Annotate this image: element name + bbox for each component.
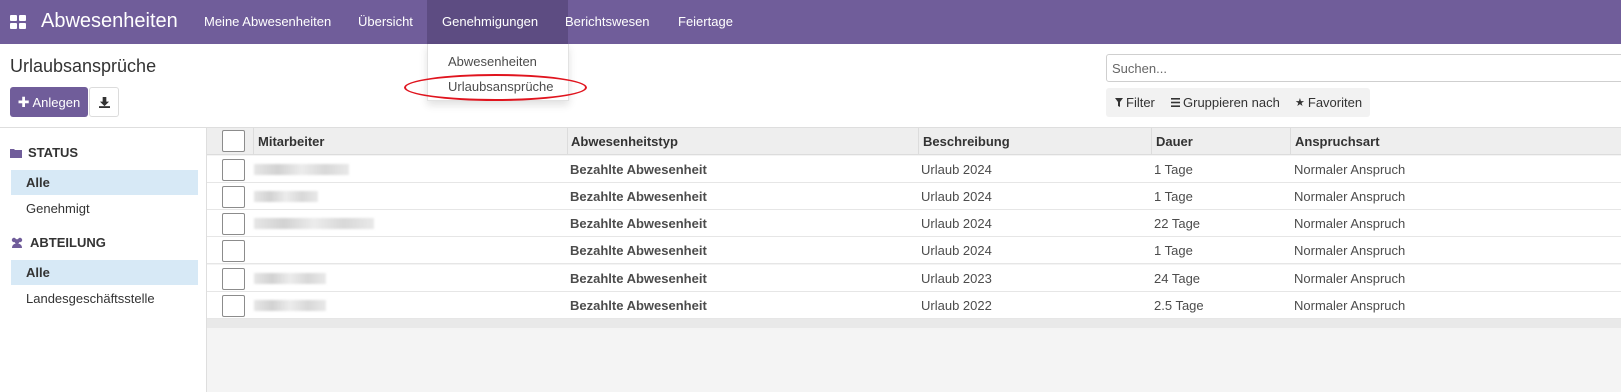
table-row[interactable]: Bezahlte Abwesenheit Urlaub 2024 22 Tage… [207,210,1621,237]
column-header-leave-type[interactable]: Abwesenheitstyp [571,134,678,149]
filter-button[interactable]: Filter [1115,95,1155,110]
list-view: Mitarbeiter Abwesenheitstyp Beschreibung… [207,128,1621,392]
users-icon [11,237,23,248]
employee-name-redacted [254,300,326,311]
employee-name-redacted [254,273,326,284]
row-checkbox[interactable] [222,159,245,181]
cell-duration: 1 Tage [1154,162,1193,177]
column-header-description[interactable]: Beschreibung [923,134,1010,149]
row-checkbox[interactable] [222,240,245,262]
cell-leave-type: Bezahlte Abwesenheit [570,271,707,286]
table-row[interactable]: Bezahlte Abwesenheit Urlaub 2024 1 Tage … [207,156,1621,183]
create-button[interactable]: ✚ Anlegen [10,87,88,117]
list-icon [1171,98,1180,107]
department-item-all[interactable]: Alle [11,260,198,285]
download-icon [98,96,110,108]
status-heading-label: STATUS [28,145,79,160]
nav-item-uebersicht[interactable]: Übersicht [358,14,413,29]
table-row[interactable]: Bezahlte Abwesenheit Urlaub 2023 24 Tage… [207,265,1621,292]
department-item-landesgeschaeftsstelle[interactable]: Landesgeschäftsstelle [11,286,198,311]
department-heading-label: ABTEILUNG [30,235,106,250]
app-title[interactable]: Abwesenheiten [41,10,178,33]
cell-description: Urlaub 2024 [921,189,992,204]
nav-item-meine-abwesenheiten[interactable]: Meine Abwesenheiten [204,14,331,29]
star-icon: ★ [1295,97,1305,109]
cell-allocation-type: Normaler Anspruch [1294,271,1406,286]
cell-duration: 1 Tage [1154,243,1193,258]
cell-leave-type: Bezahlte Abwesenheit [570,298,707,313]
search-input[interactable] [1106,54,1621,82]
cell-allocation-type: Normaler Anspruch [1294,189,1406,204]
top-navbar: Abwesenheiten Meine Abwesenheiten Übersi… [0,0,1621,44]
filter-icon [1115,98,1123,107]
column-separator [253,128,254,155]
nav-item-berichtswesen[interactable]: Berichtswesen [565,14,650,29]
column-header-allocation-type[interactable]: Anspruchsart [1295,134,1380,149]
select-all-checkbox[interactable] [222,130,245,152]
column-header-employee[interactable]: Mitarbeiter [258,134,324,149]
apps-grid-icon[interactable] [10,15,26,29]
employee-name-redacted [254,218,374,229]
cell-description: Urlaub 2024 [921,243,992,258]
status-heading: STATUS [10,145,78,160]
table-row[interactable]: Bezahlte Abwesenheit Urlaub 2022 2.5 Tag… [207,292,1621,319]
column-separator [1290,128,1291,155]
cell-description: Urlaub 2023 [921,271,992,286]
row-checkbox[interactable] [222,268,245,290]
create-button-label: Anlegen [32,94,81,110]
cell-duration: 1 Tage [1154,189,1193,204]
column-separator [918,128,919,155]
nav-item-feiertage[interactable]: Feiertage [678,14,733,29]
cell-leave-type: Bezahlte Abwesenheit [570,189,707,204]
group-by-button[interactable]: Gruppieren nach [1171,95,1280,110]
cell-leave-type: Bezahlte Abwesenheit [570,243,707,258]
cell-allocation-type: Normaler Anspruch [1294,216,1406,231]
employee-name-redacted [254,191,318,202]
cell-allocation-type: Normaler Anspruch [1294,243,1406,258]
cell-allocation-type: Normaler Anspruch [1294,162,1406,177]
cell-description: Urlaub 2022 [921,298,992,313]
dropdown-item-abwesenheiten[interactable]: Abwesenheiten [448,54,537,69]
department-heading: ABTEILUNG [10,235,106,250]
favorites-label: Favoriten [1307,95,1363,110]
column-header-duration[interactable]: Dauer [1156,134,1193,149]
cell-description: Urlaub 2024 [921,216,992,231]
row-checkbox[interactable] [222,295,245,317]
favorites-button[interactable]: ★ Favoriten [1295,95,1362,110]
cell-leave-type: Bezahlte Abwesenheit [570,216,707,231]
table-row[interactable]: Bezahlte Abwesenheit Urlaub 2024 1 Tage … [207,237,1621,264]
status-item-all[interactable]: Alle [11,170,198,195]
cell-duration: 2.5 Tage [1154,298,1204,313]
filter-label: Filter [1126,95,1155,110]
search-panel-sidebar: STATUS Alle Genehmigt ABTEILUNG Alle Lan… [0,128,207,392]
column-separator [567,128,568,155]
table-header: Mitarbeiter Abwesenheitstyp Beschreibung… [207,128,1621,155]
column-separator [1151,128,1152,155]
nav-item-genehmigungen[interactable]: Genehmigungen [442,14,538,29]
cell-duration: 24 Tage [1154,271,1201,286]
group-by-label: Gruppieren nach [1183,95,1280,110]
row-checkbox[interactable] [222,213,245,235]
page-title: Urlaubsansprüche [10,56,157,76]
status-item-approved[interactable]: Genehmigt [11,196,198,221]
folder-icon [10,148,22,158]
cell-allocation-type: Normaler Anspruch [1294,298,1406,313]
employee-name-redacted [254,164,349,175]
cell-duration: 22 Tage [1154,216,1201,231]
cell-description: Urlaub 2024 [921,162,992,177]
cell-leave-type: Bezahlte Abwesenheit [570,162,707,177]
row-checkbox[interactable] [222,186,245,208]
list-footer-bar [207,319,1621,328]
search-options-bar: Filter Gruppieren nach ★ Favoriten [1106,88,1370,117]
table-row[interactable]: Bezahlte Abwesenheit Urlaub 2024 1 Tage … [207,183,1621,210]
annotation-highlight-ellipse [404,74,587,101]
download-button[interactable] [89,87,119,117]
plus-icon: ✚ [17,93,30,110]
